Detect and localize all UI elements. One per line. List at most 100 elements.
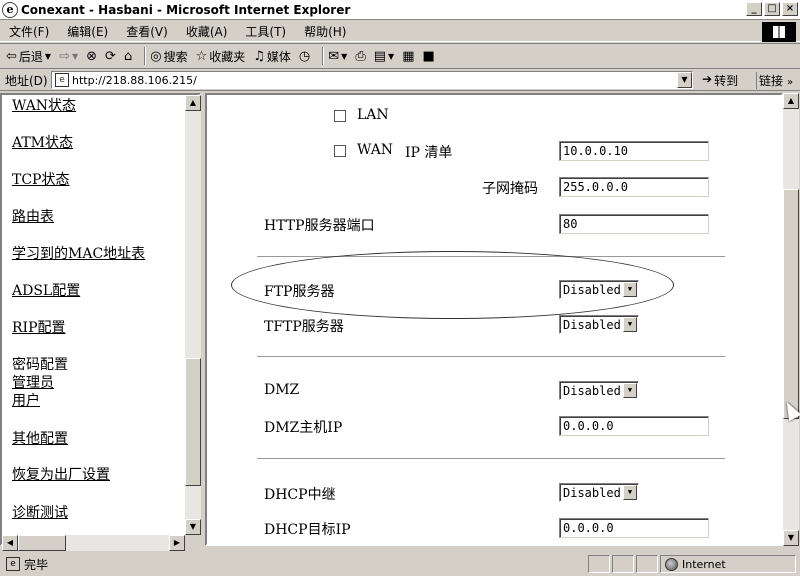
dhcp-target-ip-input[interactable]: 0.0.0.0 [559,518,709,538]
content-frame: LAN WAN IP 清单 10.0.0.10 子网掩码 255.0.0.0 H… [205,93,783,546]
dmz-select[interactable]: Disabled ▼ [559,381,639,400]
nav-user[interactable]: 用户 [12,390,40,410]
status-panel [588,555,610,573]
address-url[interactable]: http://218.88.106.215/ [72,74,197,87]
toolbar-separator [144,47,147,65]
nav-other-config[interactable]: 其他配置 [12,428,68,448]
chevron-down-icon[interactable]: ▼ [623,282,637,297]
media-button[interactable]: ♫ 媒体 [253,48,291,65]
ftp-server-label: FTP服务器 [264,284,335,300]
edit-button[interactable]: ▤ ▼ [374,49,394,64]
nav-mac-table[interactable]: 学习到的MAC地址表 [12,243,145,263]
left-nav-frame: WAN状态 ATM状态 TCP状态 路由表 学习到的MAC地址表 ADSL配置 … [0,93,201,546]
content-vertical-scrollbar[interactable]: ▲ ▼ [783,93,799,546]
discuss-icon: ▦ [402,48,415,64]
menu-file[interactable]: 文件(F) [0,23,58,40]
discuss-button[interactable]: ▦ [402,49,414,64]
print-icon: ⎙ [355,48,366,64]
menu-tools[interactable]: 工具(T) [236,23,295,40]
nav-wan-status[interactable]: WAN状态 [12,95,76,115]
nav-factory-reset[interactable]: 恢复为出厂设置 [12,464,110,484]
dmz-host-ip-label: DMZ主机IP [264,420,343,436]
wan-label: WAN [357,142,394,158]
dmz-host-ip-input[interactable]: 0.0.0.0 [559,416,709,436]
toolbar-separator [322,47,325,65]
mail-dropdown-icon: ▼ [341,51,348,61]
scroll-up-arrow-icon[interactable]: ▲ [185,95,201,111]
address-dropdown-icon[interactable]: ▼ [677,72,692,88]
window-title: Conexant - Hasbani - Microsoft Internet … [21,2,351,17]
nav-rip-config[interactable]: RIP配置 [12,317,66,337]
links-button[interactable]: 链接» [756,72,793,89]
history-button[interactable]: ◷ [299,49,310,64]
mail-button[interactable]: ✉ ▼ [328,49,347,64]
menu-view[interactable]: 查看(V) [117,23,177,40]
chevron-down-icon[interactable]: ▼ [623,485,637,500]
menu-favorites[interactable]: 收藏(A) [177,23,237,40]
wan-ip-input[interactable]: 10.0.0.10 [559,141,709,161]
left-vertical-scrollbar[interactable]: ▲ ▼ [185,95,201,535]
mail-icon: ✉ [328,48,340,64]
content-scroll-thumb[interactable] [783,189,799,419]
window-controls: _ □ × [746,2,798,16]
go-button[interactable]: ➔ 转到 [702,72,738,89]
chevron-down-icon[interactable]: ▼ [623,383,637,398]
page-done-icon: e [6,557,20,571]
scroll-corner [185,535,201,551]
chevron-down-icon[interactable]: ▼ [623,317,637,332]
nav-admin[interactable]: 管理员 [12,372,54,392]
menu-edit[interactable]: 编辑(E) [58,23,117,40]
security-zone: Internet [660,555,796,573]
nav-adsl-config[interactable]: ADSL配置 [12,280,80,300]
favorites-button[interactable]: ☆ 收藏夹 [196,48,246,65]
ip-list-label: IP 清单 [405,145,453,161]
stop-button[interactable]: ⊗ [86,49,97,64]
zone-label: Internet [682,557,726,571]
messenger-button[interactable]: ■ [422,49,434,64]
back-label: 后退 [18,49,43,64]
minimize-button[interactable]: _ [746,2,762,16]
back-arrow-icon: ⇦ [6,48,17,64]
status-text: 完毕 [24,557,49,572]
menu-help[interactable]: 帮助(H) [295,23,355,40]
http-port-input[interactable]: 80 [559,214,709,234]
page-icon: e [55,73,69,87]
menu-bar: 文件(F) 编辑(E) 查看(V) 收藏(A) 工具(T) 帮助(H) [0,21,800,42]
nav-route-table[interactable]: 路由表 [12,206,54,226]
forward-dropdown-icon[interactable]: ▼ [72,52,78,61]
left-horizontal-scrollbar[interactable]: ◀ ▶ [2,535,185,551]
refresh-button[interactable]: ⟳ [105,49,116,64]
print-button[interactable]: ⎙ [355,49,365,64]
scroll-up-arrow-icon[interactable]: ▲ [783,93,799,109]
forward-button[interactable]: ⇨ ▼ [59,49,78,64]
scroll-down-arrow-icon[interactable]: ▼ [783,530,799,546]
home-button[interactable]: ⌂ [124,49,132,64]
ftp-server-select[interactable]: Disabled ▼ [559,280,639,299]
section-divider [257,458,725,460]
back-dropdown-icon[interactable]: ▼ [45,52,51,61]
wan-checkbox[interactable] [334,145,346,157]
scroll-down-arrow-icon[interactable]: ▼ [185,519,201,535]
lan-checkbox[interactable] [334,110,346,122]
search-icon: ◎ [150,48,162,64]
address-input[interactable]: e http://218.88.106.215/ ▼ [51,71,693,89]
left-scroll-thumb[interactable] [185,358,201,486]
nav-tcp-status[interactable]: TCP状态 [12,169,69,189]
dhcp-relay-select[interactable]: Disabled ▼ [559,483,639,502]
close-button[interactable]: × [782,2,798,16]
favorites-label: 收藏夹 [209,49,246,64]
tftp-server-select[interactable]: Disabled ▼ [559,315,639,334]
search-button[interactable]: ◎ 搜索 [150,48,187,65]
scroll-right-arrow-icon[interactable]: ▶ [169,535,185,551]
back-button[interactable]: ⇦ 后退 ▼ [6,48,51,65]
left-hscroll-thumb[interactable] [18,535,66,551]
go-arrow-icon: ➔ [702,72,713,86]
nav-password-config: 密码配置 [12,357,68,373]
refresh-icon: ⟳ [105,48,116,64]
nav-diagnostics[interactable]: 诊断测试 [12,502,68,522]
maximize-button[interactable]: □ [764,2,780,16]
scroll-left-arrow-icon[interactable]: ◀ [2,535,18,551]
subnet-mask-input[interactable]: 255.0.0.0 [559,177,709,197]
nav-atm-status[interactable]: ATM状态 [12,132,73,152]
ie-icon: e [2,1,18,18]
